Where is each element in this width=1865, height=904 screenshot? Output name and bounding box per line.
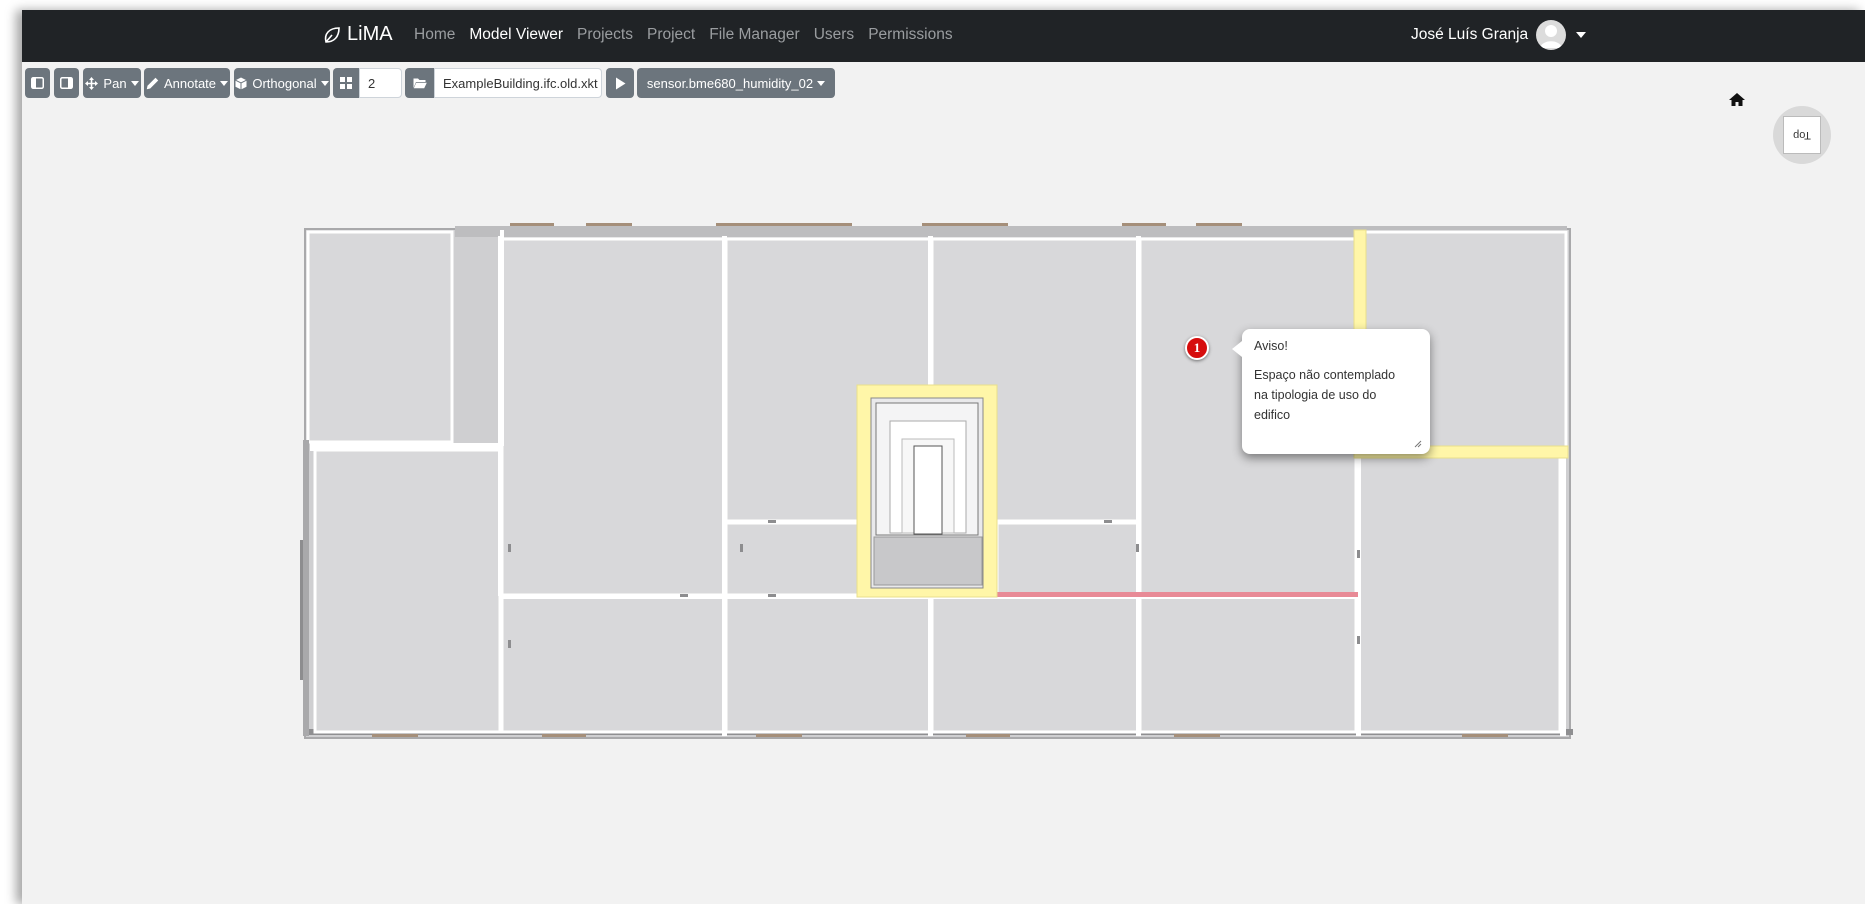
annotation-title: Aviso!: [1254, 339, 1288, 353]
grid-count-input[interactable]: 2: [359, 68, 402, 98]
brand-logo[interactable]: LiMA: [322, 23, 393, 46]
nav-link-file-manager[interactable]: File Manager: [709, 26, 799, 44]
room: [1356, 450, 1562, 734]
room: [1138, 595, 1358, 734]
nav-link-users[interactable]: Users: [814, 26, 854, 44]
room: [930, 595, 1140, 734]
room: [500, 237, 726, 597]
top-navbar: LiMA Home Model Viewer Projects Project …: [22, 10, 1865, 62]
projection-label: Orthogonal: [252, 75, 317, 91]
sidebar-left-icon: [31, 77, 44, 89]
nav-link-home[interactable]: Home: [414, 26, 455, 44]
pencil-icon: [146, 77, 159, 89]
annotation-popup[interactable]: Aviso! Espaço não contemplado na tipolog…: [1232, 329, 1430, 454]
core-floor: [873, 536, 983, 586]
move-arrows-icon: [85, 76, 99, 90]
projection-dropdown-button[interactable]: Orthogonal: [234, 68, 330, 98]
room: [995, 521, 1140, 597]
elevator-door: [913, 445, 943, 535]
room: [306, 230, 454, 444]
toggle-right-panel-button[interactable]: [54, 68, 79, 98]
model-file-name: ExampleBuilding.ifc.old.xkt: [443, 75, 598, 91]
red-highlight: [993, 592, 1358, 597]
user-menu[interactable]: José Luís Granja: [1411, 20, 1587, 50]
cube-icon: [235, 77, 248, 89]
pan-dropdown-button[interactable]: Pan: [83, 68, 141, 98]
home-view-button[interactable]: [1729, 93, 1745, 111]
resize-handle-icon[interactable]: [1414, 440, 1422, 448]
grid-icon: [340, 77, 352, 89]
room: [500, 595, 726, 734]
sensor-dropdown-button[interactable]: sensor.bme680_humidity_02: [637, 68, 835, 98]
caret-down-icon: [220, 80, 229, 86]
toggle-left-panel-button[interactable]: [25, 68, 50, 98]
left-wall: [303, 440, 309, 736]
nav-links: Home Model Viewer Projects Project File …: [414, 26, 967, 44]
grid-count-value: 2: [368, 75, 376, 91]
brand-name: LiMA: [347, 23, 393, 45]
leaf-icon: [324, 26, 340, 43]
annotate-dropdown-button[interactable]: Annotate: [144, 68, 230, 98]
open-file-button[interactable]: [405, 68, 434, 98]
pan-label: Pan: [103, 75, 127, 91]
home-icon: [1729, 93, 1745, 106]
user-avatar-icon: [1540, 25, 1563, 48]
navigation-cube[interactable]: Top: [1773, 106, 1831, 164]
windows-top: [510, 223, 1242, 226]
folder-icon: [413, 78, 427, 89]
sensor-label: sensor.bme680_humidity_02: [646, 75, 814, 91]
caret-down-icon: [130, 80, 139, 86]
app-window: LiMA Home Model Viewer Projects Project …: [22, 10, 1865, 904]
nav-link-permissions[interactable]: Permissions: [868, 26, 952, 44]
caret-down-icon: [817, 80, 826, 86]
room: [313, 448, 502, 734]
avatar: [1536, 20, 1567, 50]
room: [724, 595, 932, 734]
nav-link-project[interactable]: Project: [647, 26, 695, 44]
annotation-text[interactable]: Espaço não contemplado na tipologia de u…: [1254, 365, 1404, 425]
nav-cube-face-top[interactable]: Top: [1783, 116, 1821, 154]
grid-button[interactable]: [333, 68, 359, 98]
model-file-input[interactable]: ExampleBuilding.ifc.old.xkt: [434, 68, 602, 98]
nav-link-projects[interactable]: Projects: [577, 26, 633, 44]
chevron-down-icon: [1576, 32, 1587, 38]
annotate-label: Annotate: [163, 75, 217, 91]
nav-link-model-viewer[interactable]: Model Viewer: [469, 26, 563, 44]
room: [724, 521, 864, 597]
user-name: José Luís Granja: [1411, 26, 1529, 43]
sidebar-right-icon: [60, 77, 73, 89]
play-button[interactable]: [606, 68, 634, 98]
caret-down-icon: [320, 80, 329, 86]
play-icon: [615, 77, 625, 89]
annotation-marker[interactable]: 1: [1185, 336, 1209, 360]
model-viewport[interactable]: [22, 10, 1865, 904]
